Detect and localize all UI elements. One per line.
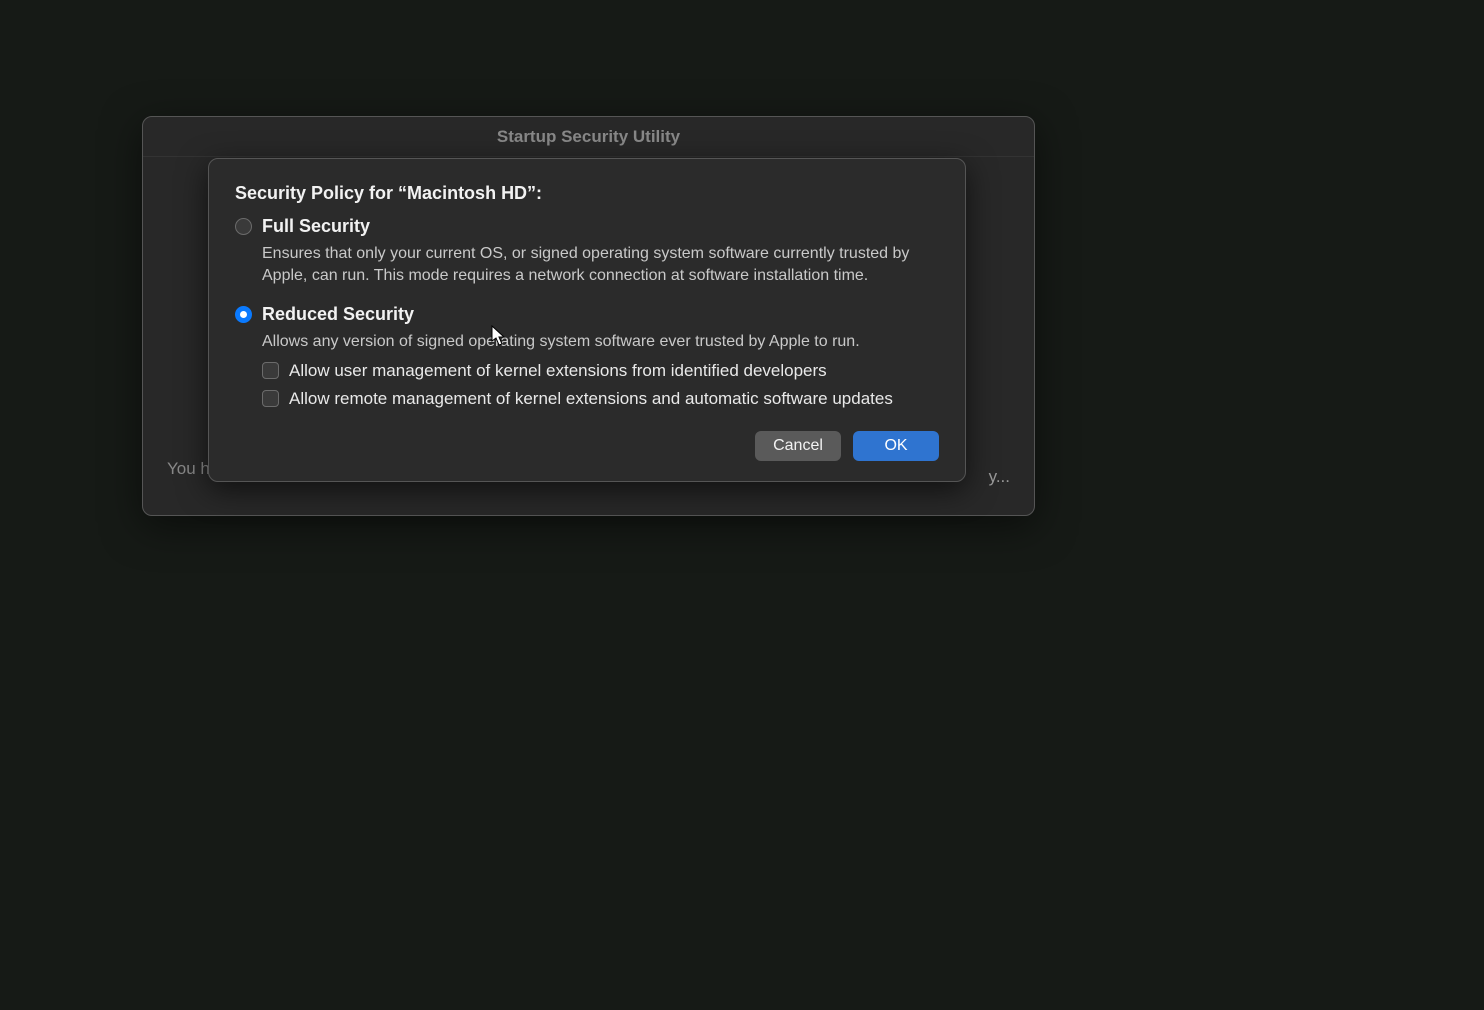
- ok-button[interactable]: OK: [853, 431, 939, 461]
- checkbox-kernel-ext-remote-box[interactable]: [262, 390, 279, 407]
- window-titlebar: Startup Security Utility: [143, 117, 1034, 157]
- option-full-security-label: Full Security: [262, 216, 370, 237]
- window-body-button-partial: y...: [989, 467, 1010, 487]
- cancel-button[interactable]: Cancel: [755, 431, 841, 461]
- security-policy-sheet: Security Policy for “Macintosh HD”: Full…: [208, 158, 966, 482]
- radio-full-security[interactable]: [235, 218, 252, 235]
- window-title: Startup Security Utility: [497, 127, 680, 147]
- window-body-text-partial: You h: [167, 459, 210, 479]
- sheet-button-row: Cancel OK: [235, 431, 939, 461]
- checkbox-kernel-ext-user[interactable]: Allow user management of kernel extensio…: [262, 361, 939, 381]
- checkbox-kernel-ext-remote-label: Allow remote management of kernel extens…: [289, 389, 893, 409]
- option-reduced-security: Reduced Security Allows any version of s…: [235, 304, 939, 409]
- option-full-security-desc: Ensures that only your current OS, or si…: [262, 243, 939, 286]
- option-full-security-head[interactable]: Full Security: [235, 216, 939, 237]
- checkbox-kernel-ext-remote[interactable]: Allow remote management of kernel extens…: [262, 389, 939, 409]
- option-reduced-security-label: Reduced Security: [262, 304, 414, 325]
- option-full-security: Full Security Ensures that only your cur…: [235, 216, 939, 286]
- checkbox-kernel-ext-user-label: Allow user management of kernel extensio…: [289, 361, 827, 381]
- checkbox-kernel-ext-user-box[interactable]: [262, 362, 279, 379]
- option-reduced-security-desc: Allows any version of signed operating s…: [262, 331, 939, 353]
- option-reduced-security-head[interactable]: Reduced Security: [235, 304, 939, 325]
- radio-reduced-security[interactable]: [235, 306, 252, 323]
- sheet-title: Security Policy for “Macintosh HD”:: [235, 183, 939, 204]
